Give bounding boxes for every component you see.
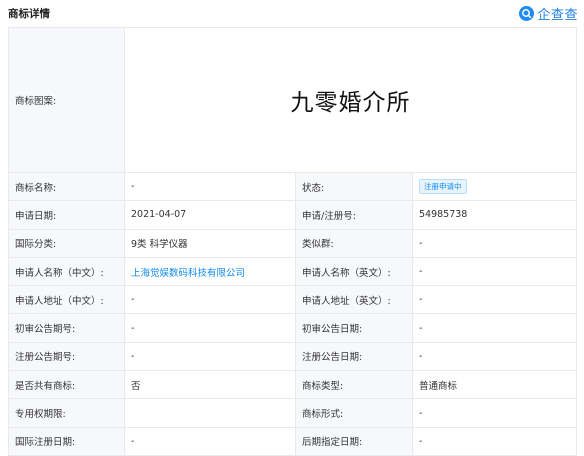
field-label: 商标类型:	[295, 370, 413, 400]
field-value: -	[411, 256, 578, 287]
field-value: -	[124, 171, 296, 202]
trademark-detail-table: 商标图案: 九零婚介所 商标名称: - 状态: 注册申请中 申请日期: 2021…	[8, 27, 578, 456]
status-badge: 注册申请中	[419, 179, 467, 195]
field-label: 商标名称:	[8, 171, 125, 202]
page-header: 商标详情 企查查	[0, 0, 584, 26]
field-label: 类似群:	[295, 228, 413, 258]
table-row: 申请日期: 2021-04-07 申请/注册号: 54985738	[8, 200, 578, 230]
mark-image-label: 商标图案:	[8, 27, 125, 173]
table-row: 商标名称: - 状态: 注册申请中	[8, 171, 578, 202]
table-row: 申请人地址（中文）: - 申请人地址（英文）: -	[8, 285, 578, 315]
field-label: 申请人地址（英文）:	[295, 285, 413, 315]
field-value: 2021-04-07	[124, 200, 296, 230]
field-value: -	[411, 426, 578, 456]
field-value: -	[411, 313, 578, 343]
field-value: 9类 科学仪器	[124, 228, 296, 258]
field-value: 54985738	[411, 200, 578, 230]
field-label: 国际注册日期:	[8, 426, 125, 456]
field-value: -	[124, 285, 296, 315]
field-value: -	[411, 285, 578, 315]
page-title: 商标详情	[8, 7, 50, 20]
field-label: 初审公告期号:	[8, 313, 125, 343]
field-label: 后期指定日期:	[295, 426, 413, 456]
table-row: 申请人名称（中文）: 上海觉娱数码科技有限公司 申请人名称（英文）: -	[8, 256, 578, 287]
mark-image-cell: 九零婚介所	[123, 27, 578, 173]
field-label: 国际分类:	[8, 228, 125, 258]
field-value: 否	[124, 370, 296, 400]
table-row: 是否共有商标: 否 商标类型: 普通商标	[8, 370, 578, 400]
field-label: 专用权期限:	[8, 398, 125, 428]
table-row: 专用权期限: 商标形式: -	[8, 398, 578, 428]
field-label: 申请人地址（中文）:	[8, 285, 125, 315]
field-value: -	[124, 426, 296, 456]
field-label: 申请日期:	[8, 200, 125, 230]
field-label: 初审公告日期:	[295, 313, 413, 343]
brand-logo[interactable]: 企查查	[519, 4, 578, 23]
field-label: 申请人名称（英文）:	[295, 256, 413, 287]
applicant-link[interactable]: 上海觉娱数码科技有限公司	[131, 268, 245, 279]
field-label: 注册公告期号:	[8, 341, 125, 372]
field-value: -	[124, 313, 296, 343]
field-value: -	[411, 398, 578, 428]
field-value: -	[411, 341, 578, 372]
field-value: -	[124, 341, 296, 372]
field-label: 是否共有商标:	[8, 370, 125, 400]
field-label: 商标形式:	[295, 398, 413, 428]
field-value: 普通商标	[411, 370, 578, 400]
table-row: 商标图案: 九零婚介所	[8, 27, 578, 173]
table-row: 国际分类: 9类 科学仪器 类似群: -	[8, 228, 578, 258]
table-row: 国际注册日期: - 后期指定日期: -	[8, 426, 578, 456]
table-row: 初审公告期号: - 初审公告日期: -	[8, 313, 578, 343]
field-label: 注册公告日期:	[295, 341, 413, 372]
table-row: 注册公告期号: - 注册公告日期: -	[8, 341, 578, 372]
status-cell: 注册申请中	[411, 171, 578, 202]
field-value	[124, 398, 296, 428]
field-label: 申请人名称（中文）:	[8, 256, 125, 287]
qichacha-logo-icon	[519, 5, 535, 21]
field-value: -	[411, 228, 578, 258]
field-label: 申请/注册号:	[295, 200, 413, 230]
brand-name: 企查查	[537, 7, 578, 23]
field-label: 状态:	[295, 171, 413, 202]
applicant-cell: 上海觉娱数码科技有限公司	[124, 256, 296, 287]
mark-image: 九零婚介所	[290, 90, 411, 116]
